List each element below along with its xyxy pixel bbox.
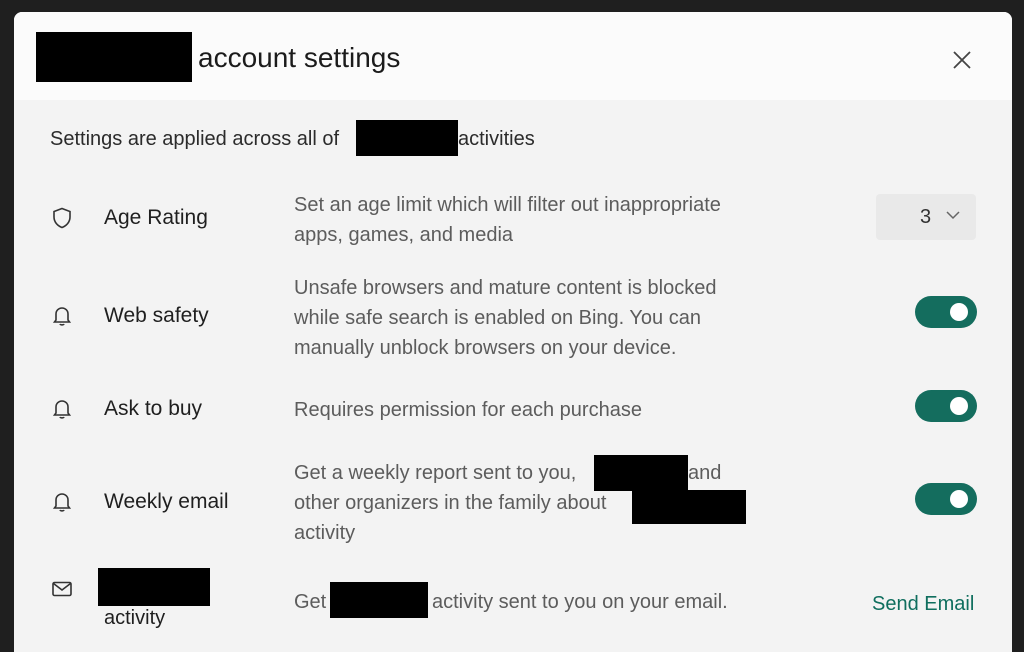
dialog-title: account settings — [198, 42, 401, 73]
redacted-child-name — [98, 568, 210, 606]
toggle-knob — [950, 303, 968, 321]
activity-desc-lead: Get — [294, 591, 327, 613]
weekly-email-desc-line3: activity — [294, 522, 356, 544]
settings-subtitle: Settings are applied across all of — [50, 128, 340, 150]
ask-to-buy-label: Ask to buy — [104, 397, 203, 420]
redacted-child-name — [330, 582, 428, 618]
web-safety-label: Web safety — [104, 304, 209, 327]
age-rating-description: Set an age limit which will filter out i… — [294, 194, 721, 246]
bell-icon — [52, 400, 72, 419]
age-rating-select[interactable]: 3 — [876, 194, 976, 240]
settings-subtitle-tail: activities — [458, 128, 535, 150]
ask-to-buy-description: Requires permission for each purchase — [294, 399, 642, 421]
redacted-name — [36, 32, 192, 82]
weekly-email-desc-line1-tail: and — [688, 462, 722, 484]
age-rating-label: Age Rating — [104, 206, 208, 229]
settings-dialog: account settings Settings are applied ac… — [14, 12, 1012, 652]
shield-icon — [53, 207, 71, 229]
redacted-account — [356, 120, 458, 156]
age-rating-value: 3 — [920, 206, 932, 228]
ask-to-buy-toggle[interactable] — [915, 390, 977, 422]
activity-desc-tail: activity sent to you on your email. — [432, 591, 728, 613]
bell-icon — [52, 307, 72, 326]
mail-icon — [52, 581, 72, 597]
redacted-child-name — [632, 490, 746, 524]
chevron-down-icon — [946, 211, 960, 220]
toggle-knob — [950, 490, 968, 508]
bell-icon — [52, 493, 72, 512]
weekly-email-desc-line2: other organizers in the family about — [294, 492, 607, 514]
weekly-email-toggle[interactable] — [915, 483, 977, 515]
weekly-email-label: Weekly email — [104, 490, 229, 513]
dialog-header: account settings — [14, 12, 1012, 100]
web-safety-description: Unsafe browsers and mature content is bl… — [294, 277, 717, 359]
close-icon[interactable] — [950, 48, 974, 72]
toggle-knob — [950, 397, 968, 415]
web-safety-toggle[interactable] — [915, 296, 977, 328]
activity-label: activity — [104, 607, 166, 629]
weekly-email-desc-line1: Get a weekly report sent to you, — [294, 462, 577, 484]
redacted-child-name — [594, 455, 688, 491]
send-email-link[interactable]: Send Email — [872, 590, 974, 618]
